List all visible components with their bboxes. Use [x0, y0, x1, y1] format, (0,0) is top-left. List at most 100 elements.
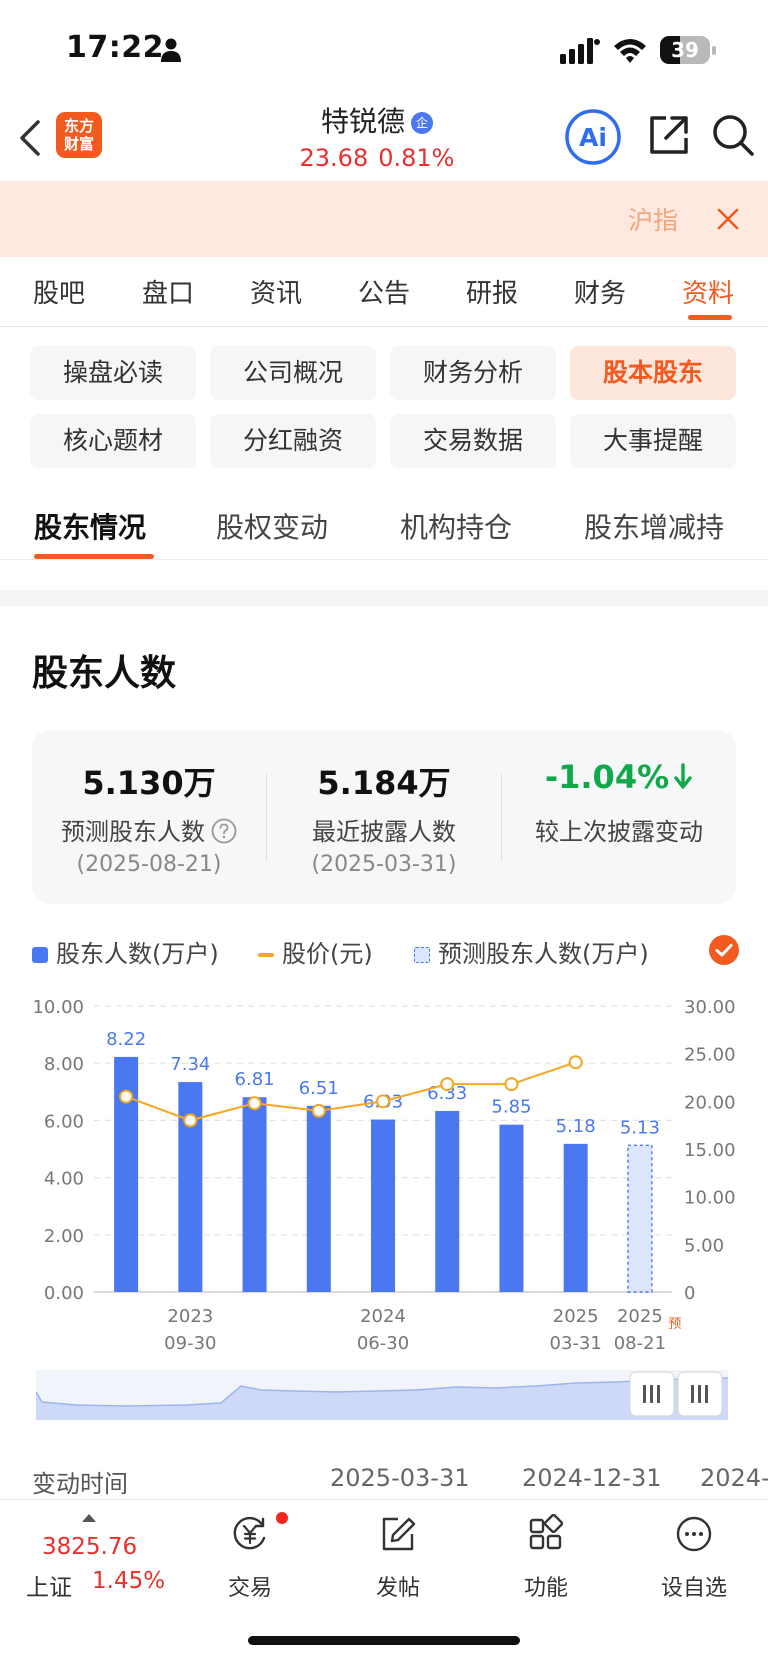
stat-date: (2025-03-31) [311, 852, 457, 877]
chart-legend: 股东人数(万户) 股价(元) 预测股东人数(万户) [32, 934, 742, 968]
close-icon[interactable] [712, 203, 744, 235]
tab-announcements[interactable]: 公告 [344, 273, 424, 310]
chip-financial-analysis[interactable]: 财务分析 [390, 346, 556, 400]
x-tick-date: 08-21 [614, 1333, 666, 1354]
legend-price[interactable]: 股价(元) [258, 934, 373, 969]
stat-value: 5.184万 [317, 764, 451, 802]
stat-value: 5.130万 [82, 764, 216, 802]
cellular-signal-icon [560, 38, 600, 64]
question-mark-icon[interactable] [211, 818, 237, 844]
chip-major-events[interactable]: 大事提醒 [570, 414, 736, 468]
header: 东方 财富 特锐德企 23.68 0.81% Ai [0, 100, 768, 182]
sub-tabs: 股东情况 股权变动 机构持仓 股东增减持 [0, 496, 768, 560]
chip-company-overview[interactable]: 公司概况 [210, 346, 376, 400]
right-tick-label: 0 [684, 1283, 695, 1304]
price-point [376, 1094, 390, 1109]
chart-svg: 0.00 2.00 4.00 6.00 8.00 10.00 0 5.00 10.00 15.00… [32, 997, 736, 1354]
index-change-pct: 1.45% [92, 1568, 166, 1594]
bar-value-label: 5.85 [491, 1097, 531, 1118]
chip-trading-data[interactable]: 交易数据 [390, 414, 556, 468]
left-tick-label: 6.00 [44, 1111, 84, 1132]
app-logo: 东方 财富 [56, 112, 102, 158]
price-point [183, 1113, 198, 1128]
tab-pankou[interactable]: 盘口 [128, 273, 208, 310]
home-indicator[interactable] [248, 1636, 520, 1645]
index-ticker[interactable]: 3825.76 上证 1.45% [20, 1508, 176, 1601]
section-separator [0, 590, 768, 606]
nav-add-watchlist[interactable]: 设自选 [634, 1512, 754, 1602]
x-tick-year: 2023 [167, 1306, 213, 1327]
subtab-holding-changes[interactable]: 股东增减持 [584, 506, 724, 546]
notice-banner[interactable]: 沪指 [0, 181, 768, 257]
tab-guba[interactable]: 股吧 [19, 273, 99, 310]
shareholder-bar [242, 1097, 267, 1292]
tab-profile[interactable]: 资料 [668, 273, 748, 310]
left-tick-label: 8.00 [44, 1054, 84, 1075]
change-time-row: 变动时间 2025-03-31 2024-12-31 2024- [0, 1458, 768, 1498]
chip-core-themes[interactable]: 核心题材 [30, 414, 196, 468]
subtab-institutional-holdings[interactable]: 机构持仓 [400, 506, 512, 546]
left-tick-label: 10.00 [32, 997, 84, 1018]
stock-name: 特锐德企 [250, 100, 504, 140]
range-handle-left-icon[interactable] [629, 1371, 675, 1417]
arrow-down-icon [674, 763, 692, 789]
nav-functions[interactable]: 功能 [486, 1512, 606, 1602]
right-tick-label: 15.00 [684, 1140, 736, 1161]
search-icon[interactable] [708, 110, 758, 160]
stat-label: 预测股东人数 [61, 818, 205, 846]
stat-value: -1.04% [544, 758, 670, 796]
range-handle-right-icon[interactable] [677, 1371, 723, 1417]
enterprise-badge: 企 [411, 112, 433, 134]
shareholder-stats-card: 5.130万 预测股东人数 (2025-08-21) 5.184万 最近披露人数… [32, 730, 736, 904]
price-change-pct: 0.81% [378, 144, 455, 172]
yen-trade-icon [233, 1516, 266, 1550]
chip-trading-guide[interactable]: 操盘必读 [30, 346, 196, 400]
back-chevron-icon[interactable] [16, 118, 46, 158]
chip-dividends[interactable]: 分红融资 [210, 414, 376, 468]
change-date: 2024-12-31 [522, 1464, 662, 1492]
legend-forecast[interactable]: 预测股东人数(万户) [414, 934, 649, 969]
status-time: 17:22 [66, 30, 164, 65]
x-tick-date: 06-30 [357, 1333, 409, 1354]
left-tick-label: 0.00 [44, 1283, 84, 1304]
ai-assistant-icon[interactable]: Ai [564, 108, 622, 166]
shareholder-bar [499, 1124, 524, 1292]
subtab-shareholders[interactable]: 股东情况 [34, 506, 146, 546]
price-point [247, 1096, 262, 1111]
change-date: 2025-03-31 [330, 1464, 470, 1492]
share-icon[interactable] [644, 110, 694, 160]
right-tick-label: 20.00 [684, 1092, 736, 1113]
left-tick-label: 4.00 [44, 1169, 84, 1190]
subtab-equity-changes[interactable]: 股权变动 [216, 506, 328, 546]
bar-value-label: 6.51 [299, 1078, 339, 1099]
shareholder-chart: 0.00 2.00 4.00 6.00 8.00 10.00 0 5.00 10.00 15.00… [0, 990, 768, 1360]
chip-share-capital[interactable]: 股本股东 [570, 346, 736, 400]
legend-shareholders[interactable]: 股东人数(万户) [32, 934, 219, 969]
tab-news[interactable]: 资讯 [236, 273, 316, 310]
active-subtab-underline [34, 554, 154, 559]
edit-post-icon [382, 1517, 416, 1551]
right-tick-label: 5.00 [684, 1235, 724, 1256]
tab-finance[interactable]: 财务 [560, 273, 640, 310]
legend-swatch [32, 947, 48, 963]
nav-trade[interactable]: 交易 [190, 1512, 310, 1602]
range-selector[interactable] [36, 1370, 728, 1420]
nav-post[interactable]: 发帖 [338, 1512, 458, 1602]
bar-value-label: 5.18 [556, 1116, 596, 1137]
section-title: 股东人数 [32, 653, 177, 694]
forecast-mark: 预 [668, 1317, 681, 1332]
bar-value-label: 5.13 [620, 1117, 660, 1138]
nav-label: 发帖 [375, 1576, 420, 1601]
left-tick-label: 2.00 [44, 1226, 84, 1247]
price-point [504, 1077, 519, 1092]
stock-price: 23.68 0.81% [250, 144, 504, 172]
x-tick-year: 2024 [360, 1306, 406, 1327]
tab-research[interactable]: 研报 [452, 273, 532, 310]
x-tick-year: 2025 [553, 1306, 599, 1327]
status-bar: 17:22 39 [0, 0, 768, 100]
checkmark-icon[interactable] [708, 934, 740, 966]
x-tick-date: 09-30 [164, 1333, 216, 1354]
right-tick-label: 10.00 [684, 1188, 736, 1209]
banner-text: 沪指 [628, 206, 679, 235]
price-value: 23.68 [299, 144, 369, 172]
